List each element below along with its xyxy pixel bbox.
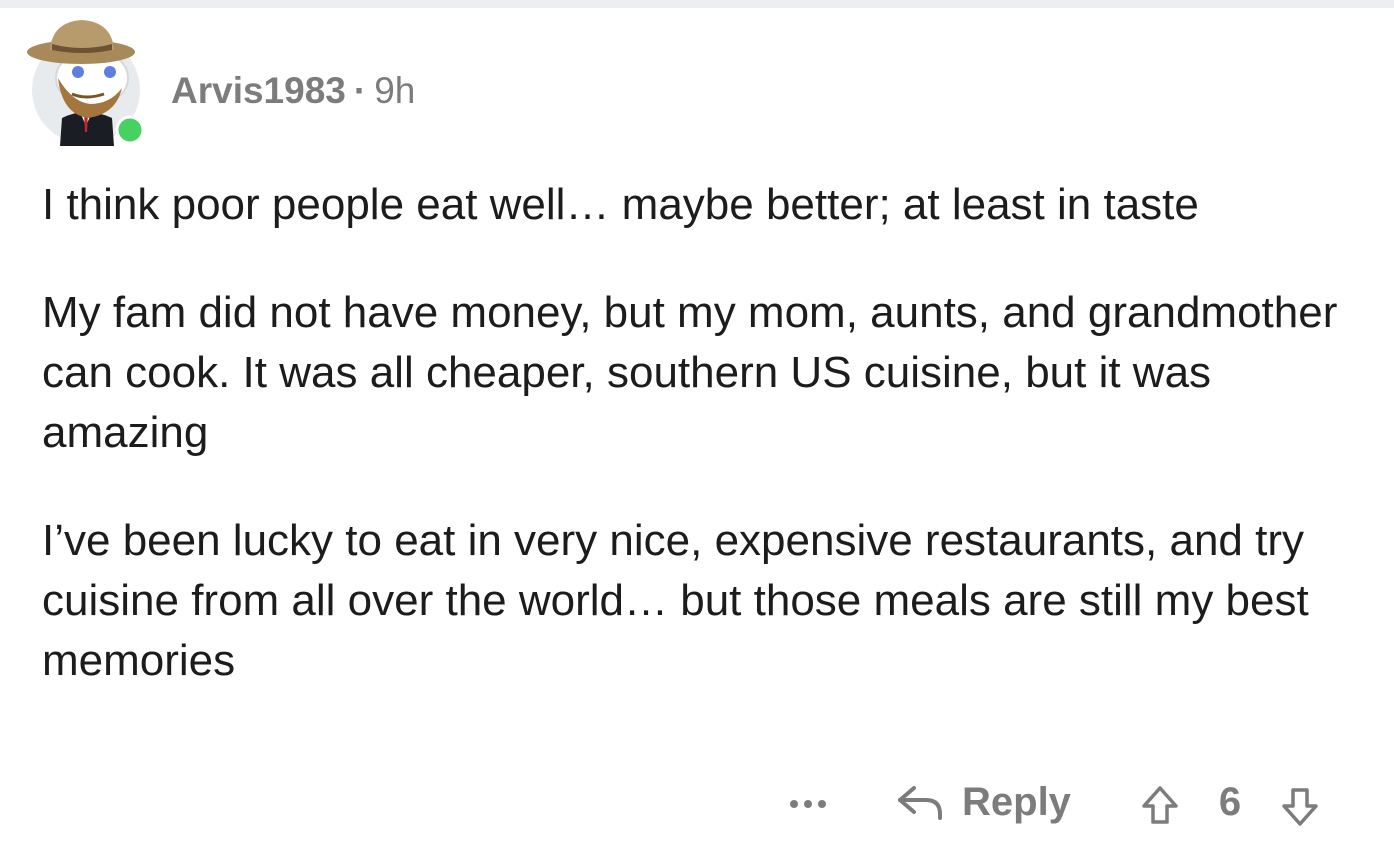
downvote-button[interactable] (1280, 784, 1320, 833)
meta-separator: · (353, 70, 367, 111)
downvote-arrow-icon (1282, 788, 1318, 826)
user-avatar[interactable] (26, 14, 148, 146)
reply-arrow-icon (898, 786, 942, 820)
comment-paragraph: My fam did not have money, but my mom, a… (42, 288, 1338, 457)
comment-body: I think poor people eat well… maybe bett… (42, 175, 1372, 691)
online-status-indicator (115, 115, 145, 145)
upvote-button[interactable] (1140, 784, 1180, 833)
comment-paragraph: I’ve been lucky to eat in very nice, exp… (42, 516, 1309, 685)
comment-paragraph: I think poor people eat well… maybe bett… (42, 180, 1199, 229)
upvote-arrow-icon (1142, 786, 1178, 824)
comment-meta: Arvis1983 · 9h (171, 68, 415, 114)
reply-label: Reply (962, 779, 1071, 824)
vote-score: 6 (1218, 780, 1242, 824)
comment-timestamp[interactable]: 9h (374, 70, 415, 111)
ellipsis-icon (790, 800, 826, 808)
snoo-avatar-icon (27, 20, 145, 146)
top-divider-strip (0, 0, 1394, 8)
comment-actions-bar: Reply 6 (0, 770, 1394, 840)
more-options-button[interactable] (786, 792, 834, 812)
username-link[interactable]: Arvis1983 (171, 70, 346, 111)
reply-button[interactable]: Reply (896, 772, 1071, 832)
